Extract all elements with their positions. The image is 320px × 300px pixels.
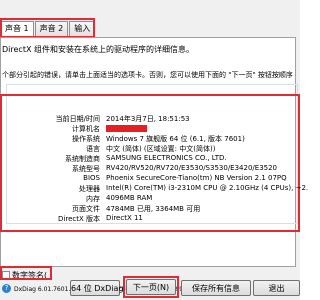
info-label: 计算机名 — [72, 125, 100, 133]
info-label: DirectX 版本 — [58, 215, 100, 223]
info-label: 系统型号 — [72, 165, 100, 173]
info-label: 处理器 — [79, 185, 100, 193]
redaction-block — [106, 125, 147, 132]
info-value: RV420/RV520/RV720/E3530/S3530/E3420/E352… — [106, 164, 278, 172]
help-line: 个部分引起的错误，请单击上面适当的选项卡。否则，您可以使用下面的 "下一页" 按… — [2, 71, 293, 79]
info-label: 内存 — [86, 195, 100, 203]
dxdiag64-button[interactable]: 64 位 DxDiag — [70, 280, 124, 296]
info-value: 2014年3月7日, 18:51:53 — [106, 115, 190, 123]
info-value: 4096MB RAM — [106, 194, 153, 202]
info-value: 中文 (简体) (区域设置: 中文(简体)) — [106, 145, 216, 153]
help-icon[interactable]: ? — [2, 284, 11, 293]
info-value: Phoenix SecureCore-Tiano(tm) NB Version … — [106, 174, 287, 182]
info-label: 当前日期/时间 — [55, 115, 100, 123]
info-label: 页面文件 — [72, 205, 100, 213]
check-signature-highlight — [0, 266, 52, 280]
info-value: Intel(R) Core(TM) i3-2310M CPU @ 2.10GHz… — [106, 184, 309, 192]
header-description: DirectX 组件和安装在系统上的驱动程序的详细信息。 — [2, 45, 194, 54]
tabs-highlight-box — [0, 18, 95, 38]
info-value: 4784MB 已用, 3364MB 可用 — [106, 205, 201, 213]
info-label: 系统制造商 — [65, 155, 100, 163]
info-value: DirectX 11 — [106, 214, 143, 222]
info-label: 操作系统 — [72, 135, 100, 143]
exit-button[interactable]: 退出 — [253, 280, 300, 296]
info-label: BIOS — [83, 174, 100, 182]
info-label: 语言 — [86, 145, 100, 153]
next-page-highlight — [123, 276, 179, 298]
save-all-info-button[interactable]: 保存所有信息 — [181, 280, 251, 296]
info-value: Windows 7 旗舰版 64 位 (6.1, 版本 7601) — [106, 135, 245, 143]
info-value: SAMSUNG ELECTRONICS CO., LTD. — [106, 154, 227, 162]
